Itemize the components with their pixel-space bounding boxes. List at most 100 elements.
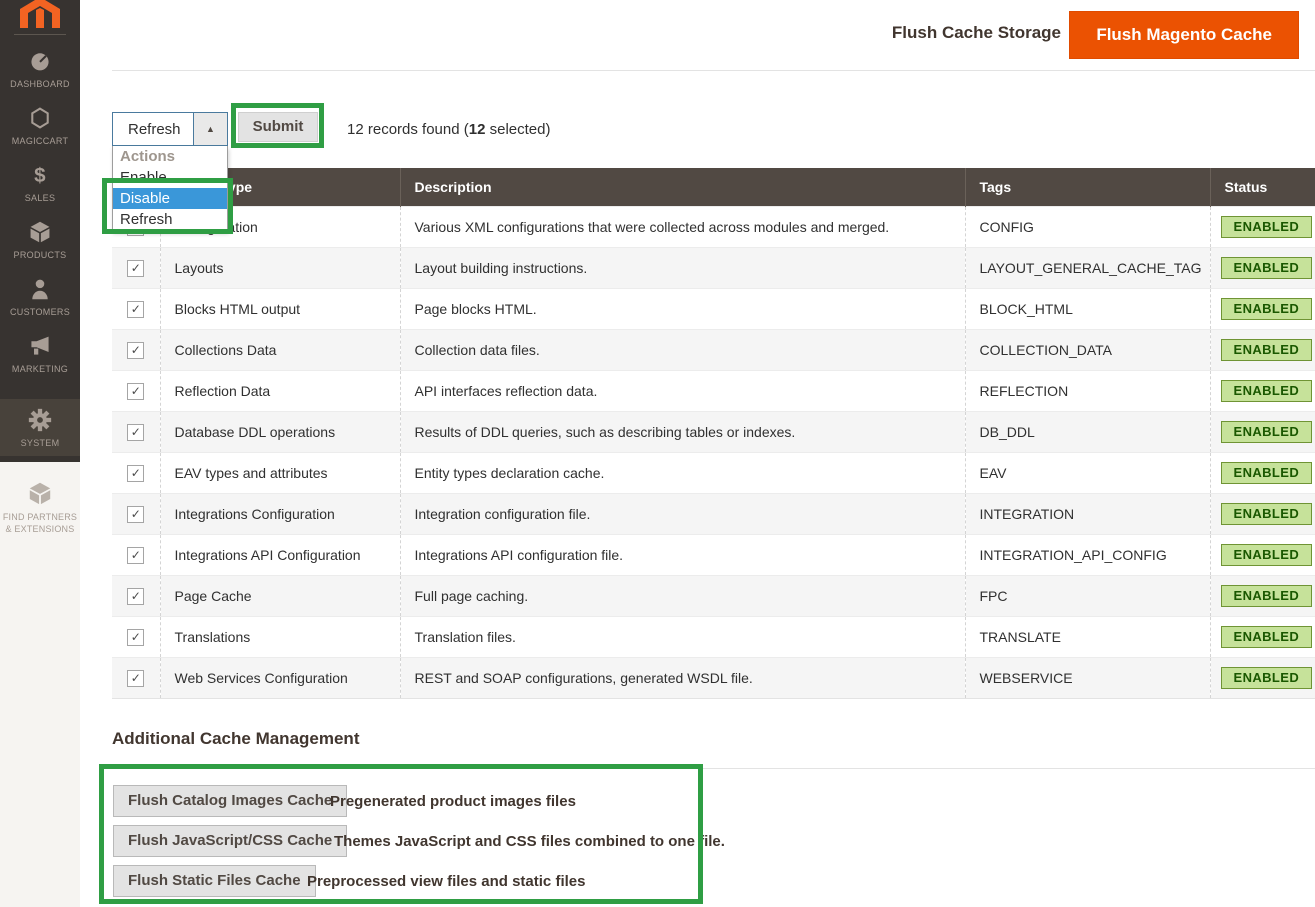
cell-cache-type: Page Cache [160, 576, 400, 617]
cell-description: Collection data files. [400, 330, 965, 371]
flush-cache-storage-button[interactable]: Flush Cache Storage [892, 23, 1061, 43]
flush-static-files-button[interactable]: Flush Static Files Cache [113, 865, 316, 897]
cell-tags: INTEGRATION_API_CONFIG [965, 535, 1210, 576]
row-checkbox[interactable]: ✓ [127, 301, 144, 318]
cell-status: ENABLED [1210, 412, 1315, 453]
flush-js-css-button[interactable]: Flush JavaScript/CSS Cache [113, 825, 347, 857]
sidebar-item-find-partners[interactable]: FIND PARTNERS & EXTENSIONS [0, 480, 80, 535]
row-checkbox[interactable]: ✓ [127, 547, 144, 564]
cell-status: ENABLED [1210, 576, 1315, 617]
cell-status: ENABLED [1210, 248, 1315, 289]
status-badge: ENABLED [1221, 298, 1313, 320]
box-icon [28, 220, 52, 246]
cell-status: ENABLED [1210, 658, 1315, 699]
cache-table-body: ✓ Configuration Various XML configuratio… [112, 207, 1315, 699]
row-checkbox[interactable]: ✓ [127, 506, 144, 523]
submit-button[interactable]: Submit [238, 112, 318, 142]
cell-tags: FPC [965, 576, 1210, 617]
cell-tags: INTEGRATION [965, 494, 1210, 535]
cell-cache-type: Layouts [160, 248, 400, 289]
sidebar-item-dashboard[interactable]: DASHBOARD [0, 40, 80, 97]
sidebar-item-label: CUSTOMERS [10, 307, 70, 317]
sidebar-item-label: DASHBOARD [10, 79, 70, 89]
status-badge: ENABLED [1221, 216, 1313, 238]
sidebar-item-magiccart[interactable]: MAGICCART [0, 97, 80, 154]
flush-static-files-description: Preprocessed view files and static files [307, 873, 585, 890]
cell-cache-type: Reflection Data [160, 371, 400, 412]
table-row: ✓ Integrations Configuration Integration… [112, 494, 1315, 535]
sidebar-item-products[interactable]: PRODUCTS [0, 211, 80, 268]
row-checkbox[interactable]: ✓ [127, 260, 144, 277]
status-badge: ENABLED [1221, 585, 1313, 607]
sidebar-item-system[interactable]: SYSTEM [0, 399, 80, 456]
cell-tags: CONFIG [965, 207, 1210, 248]
megaphone-icon [28, 334, 52, 360]
cell-tags: WEBSERVICE [965, 658, 1210, 699]
section-divider [112, 768, 1315, 769]
cell-cache-type: Blocks HTML output [160, 289, 400, 330]
row-checkbox[interactable]: ✓ [127, 383, 144, 400]
flush-catalog-images-button[interactable]: Flush Catalog Images Cache [113, 785, 347, 817]
sidebar-item-customers[interactable]: CUSTOMERS [0, 268, 80, 325]
header-tags: Tags [965, 168, 1210, 207]
status-badge: ENABLED [1221, 257, 1313, 279]
row-checkbox[interactable]: ✓ [127, 670, 144, 687]
sidebar-item-sales[interactable]: $ SALES [0, 154, 80, 211]
cell-status: ENABLED [1210, 289, 1315, 330]
cell-tags: LAYOUT_GENERAL_CACHE_TAG [965, 248, 1210, 289]
chevron-up-icon[interactable]: ▲ [193, 113, 227, 145]
cell-status: ENABLED [1210, 330, 1315, 371]
svg-text:$: $ [34, 163, 46, 186]
cell-cache-type: Translations [160, 617, 400, 658]
sidebar-item-label: SALES [25, 193, 56, 203]
cell-description: Results of DDL queries, such as describi… [400, 412, 965, 453]
status-badge: ENABLED [1221, 503, 1313, 525]
table-row: ✓ Translations Translation files. TRANSL… [112, 617, 1315, 658]
mass-action-select[interactable]: Refresh ▲ [112, 112, 228, 146]
dropdown-option-refresh[interactable]: Refresh [113, 209, 227, 230]
cell-description: Entity types declaration cache. [400, 453, 965, 494]
records-found-text: 12 records found (12 selected) [347, 121, 550, 138]
dropdown-option-enable[interactable]: Enable [113, 167, 227, 188]
cell-description: Page blocks HTML. [400, 289, 965, 330]
hexagon-icon [28, 106, 52, 132]
status-badge: ENABLED [1221, 667, 1313, 689]
header-status: Status [1210, 168, 1315, 207]
cell-status: ENABLED [1210, 535, 1315, 576]
flush-magento-cache-button[interactable]: Flush Magento Cache [1069, 11, 1299, 59]
cell-status: ENABLED [1210, 207, 1315, 248]
row-checkbox[interactable]: ✓ [127, 465, 144, 482]
status-badge: ENABLED [1221, 462, 1313, 484]
dropdown-option-disable[interactable]: Disable [113, 188, 227, 209]
cell-tags: EAV [965, 453, 1210, 494]
header-description: Description [400, 168, 965, 207]
person-icon [28, 277, 52, 303]
row-checkbox[interactable]: ✓ [127, 424, 144, 441]
gear-icon [28, 408, 52, 434]
cell-cache-type: Integrations Configuration [160, 494, 400, 535]
cell-description: Various XML configurations that were col… [400, 207, 965, 248]
cell-cache-type: EAV types and attributes [160, 453, 400, 494]
sidebar-item-marketing[interactable]: MARKETING [0, 325, 80, 382]
cell-cache-type: Web Services Configuration [160, 658, 400, 699]
magento-logo[interactable] [0, 0, 80, 40]
table-header-row: Cache Type Description Tags Status [112, 168, 1315, 207]
mass-action-value: Refresh [113, 113, 193, 145]
cell-tags: COLLECTION_DATA [965, 330, 1210, 371]
cell-description: Layout building instructions. [400, 248, 965, 289]
row-checkbox[interactable]: ✓ [127, 342, 144, 359]
cell-description: Integrations API configuration file. [400, 535, 965, 576]
row-checkbox[interactable]: ✓ [127, 588, 144, 605]
action-dropdown-options: EnableDisableRefresh [113, 167, 227, 230]
cell-description: Full page caching. [400, 576, 965, 617]
sidebar-menu: DASHBOARD MAGICCART $ SALES PRODUCTS [0, 0, 80, 462]
table-row: ✓ Reflection Data API interfaces reflect… [112, 371, 1315, 412]
cache-table: Cache Type Description Tags Status ✓ Con… [112, 168, 1315, 699]
table-row: ✓ EAV types and attributes Entity types … [112, 453, 1315, 494]
table-row: ✓ Integrations API Configuration Integra… [112, 535, 1315, 576]
sidebar-item-label: PRODUCTS [14, 250, 67, 260]
cell-tags: DB_DDL [965, 412, 1210, 453]
row-checkbox[interactable]: ✓ [127, 629, 144, 646]
mass-action-dropdown: Actions EnableDisableRefresh [112, 146, 228, 231]
cell-description: Integration configuration file. [400, 494, 965, 535]
